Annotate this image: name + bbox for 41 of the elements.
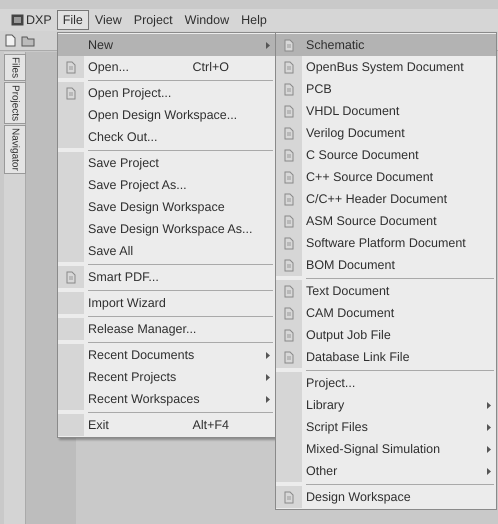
menu-bar-item[interactable]: File — [56, 10, 89, 30]
document-icon — [283, 60, 295, 74]
document-icon — [283, 126, 295, 140]
menu-bar-item[interactable]: View — [88, 10, 128, 30]
submenu-arrow-icon — [487, 446, 491, 452]
document-icon — [283, 214, 295, 228]
document-icon — [283, 192, 295, 206]
menu-item[interactable]: Schematic — [276, 34, 496, 56]
document-icon — [65, 270, 77, 284]
menu-item[interactable]: New — [58, 34, 275, 56]
folder-icon[interactable] — [21, 34, 35, 46]
document-icon — [283, 328, 295, 342]
submenu-arrow-icon — [266, 374, 270, 380]
document-icon — [283, 490, 295, 504]
document-icon — [283, 38, 295, 52]
submenu-arrow-icon — [266, 352, 270, 358]
document-icon — [65, 86, 77, 100]
submenu-arrow-icon — [487, 424, 491, 430]
document-icon — [65, 60, 77, 74]
document-icon — [283, 170, 295, 184]
document-icon — [283, 350, 295, 364]
submenu-arrow-icon — [266, 42, 270, 48]
document-icon — [283, 284, 295, 298]
panel-tab[interactable]: Files — [4, 54, 26, 82]
dxp-menu[interactable]: DXP — [10, 10, 53, 30]
new-document-icon[interactable] — [4, 34, 17, 47]
document-icon — [283, 258, 295, 272]
panel-tab[interactable]: Navigator — [4, 125, 26, 174]
submenu-arrow-icon — [266, 396, 270, 402]
document-icon — [283, 306, 295, 320]
document-icon — [283, 148, 295, 162]
document-icon — [283, 82, 295, 96]
menu-bar-item[interactable]: Project — [128, 10, 179, 30]
document-icon — [283, 104, 295, 118]
panel-tab[interactable]: Projects — [4, 82, 26, 124]
logo-icon — [11, 14, 24, 26]
submenu-arrow-icon — [487, 402, 491, 408]
menu-bar-item[interactable]: Window — [178, 10, 236, 30]
submenu-arrow-icon — [487, 468, 491, 474]
menu-bar-item[interactable]: Help — [235, 10, 273, 30]
document-icon — [283, 236, 295, 250]
